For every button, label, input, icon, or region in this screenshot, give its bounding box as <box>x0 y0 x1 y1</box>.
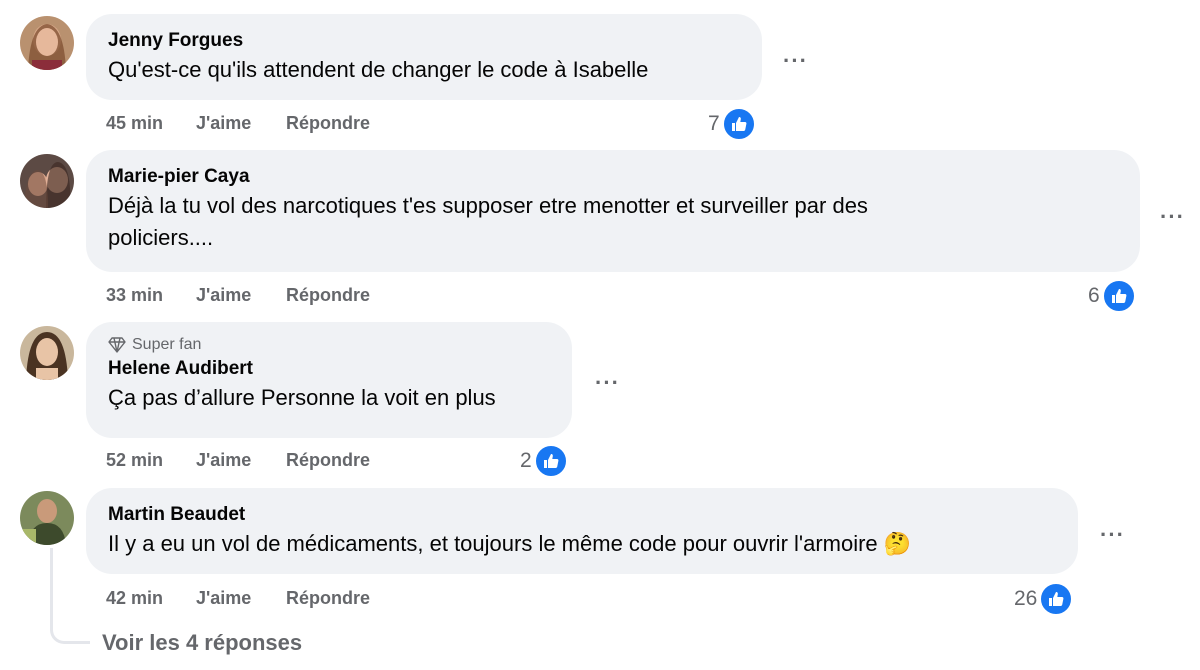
reaction-count[interactable]: 2 <box>520 444 568 478</box>
avatar[interactable] <box>20 326 74 380</box>
reply-button[interactable]: Répondre <box>286 113 370 134</box>
thumbs-up-icon <box>1101 279 1136 313</box>
thumbs-up-icon <box>721 107 756 141</box>
comment-bubble: Jenny Forgues Qu'est-ce qu'ils attendent… <box>86 14 762 100</box>
reaction-number: 26 <box>1014 587 1038 610</box>
like-button[interactable]: J'aime <box>196 113 286 134</box>
comment-text-body: Il y a eu un vol de médicaments, et touj… <box>108 531 878 556</box>
more-options-icon[interactable]: ··· <box>1160 206 1185 228</box>
comment-text-line-2: policiers.... <box>108 225 214 250</box>
reply-button[interactable]: Répondre <box>286 588 370 609</box>
badge-label: Super fan <box>132 336 202 353</box>
comment-text: Il y a eu un vol de médicaments, et touj… <box>108 528 1056 560</box>
comment-author[interactable]: Jenny Forgues <box>108 28 740 54</box>
like-button[interactable]: J'aime <box>196 588 286 609</box>
like-button[interactable]: J'aime <box>196 285 286 306</box>
comment-bubble: Martin Beaudet Il y a eu un vol de médic… <box>86 488 1078 574</box>
comment-time[interactable]: 33 min <box>106 285 196 306</box>
thumbs-up-icon <box>1039 582 1074 616</box>
comment-actions: 33 min J'aime Répondre <box>106 285 370 306</box>
comment-time[interactable]: 45 min <box>106 113 196 134</box>
comment-bubble: Super fan Helene Audibert Ça pas d’allur… <box>86 322 572 438</box>
comment-time[interactable]: 52 min <box>106 450 196 471</box>
reaction-count[interactable]: 26 <box>1014 582 1074 616</box>
thumbs-up-icon <box>533 444 568 478</box>
comment-actions: 52 min J'aime Répondre <box>106 450 370 471</box>
avatar[interactable] <box>20 491 74 545</box>
comment-text-line-1: Déjà la tu vol des narcotiques t'es supp… <box>108 193 868 218</box>
comment-actions: 45 min J'aime Répondre <box>106 113 370 134</box>
more-options-icon[interactable]: ··· <box>783 50 808 72</box>
reply-button[interactable]: Répondre <box>286 285 370 306</box>
reaction-count[interactable]: 7 <box>708 107 756 141</box>
comment-bubble: Marie-pier Caya Déjà la tu vol des narco… <box>86 150 1140 272</box>
view-replies-link[interactable]: Voir les 4 réponses <box>102 630 302 656</box>
comment-author[interactable]: Marie-pier Caya <box>108 164 1118 190</box>
comment-text: Qu'est-ce qu'ils attendent de changer le… <box>108 57 649 82</box>
avatar[interactable] <box>20 16 74 70</box>
thread-connector-line <box>50 548 90 644</box>
diamond-icon <box>108 337 126 353</box>
like-button[interactable]: J'aime <box>196 450 286 471</box>
comment-text: Ça pas d’allure Personne la voit en plus <box>108 385 496 410</box>
reaction-number: 6 <box>1088 284 1100 307</box>
comment-author[interactable]: Helene Audibert <box>108 356 550 382</box>
comment-actions: 42 min J'aime Répondre <box>106 588 370 609</box>
reaction-number: 7 <box>708 112 720 135</box>
comment-author[interactable]: Martin Beaudet <box>108 502 1056 528</box>
comment-time[interactable]: 42 min <box>106 588 196 609</box>
reaction-number: 2 <box>520 449 532 472</box>
more-options-icon[interactable]: ··· <box>1100 524 1125 546</box>
reaction-count[interactable]: 6 <box>1088 279 1136 313</box>
thinking-face-emoji: 🤔 <box>883 531 912 556</box>
more-options-icon[interactable]: ··· <box>595 372 620 394</box>
reply-button[interactable]: Répondre <box>286 450 370 471</box>
avatar[interactable] <box>20 154 74 208</box>
super-fan-badge: Super fan <box>108 334 550 356</box>
